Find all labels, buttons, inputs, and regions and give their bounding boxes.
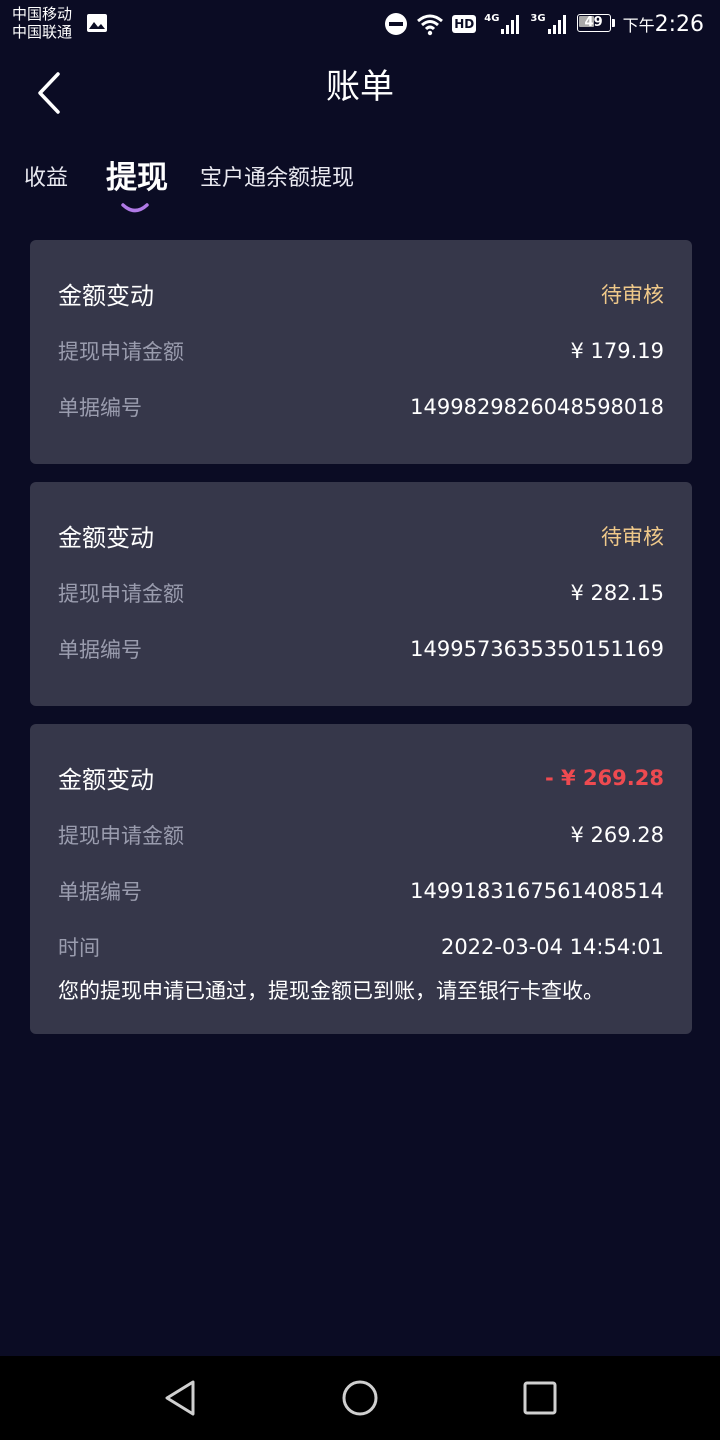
nav-recents-icon[interactable] xyxy=(522,1378,558,1418)
id-value: 1499183167561408514 xyxy=(410,879,664,903)
amount-value: ¥ 269.28 xyxy=(570,823,664,847)
status-bar: 中国移动 中国联通 HD 4G 3G 49 下午2:26 xyxy=(0,0,720,48)
network-3g-label: 3G xyxy=(530,13,546,24)
tab-earnings[interactable]: 收益 xyxy=(24,162,68,196)
record-header: 金额变动 - ¥ 269.28 xyxy=(58,760,664,795)
amount-row: 提现申请金额 ¥ 282.15 xyxy=(58,578,664,608)
amount-row: 提现申请金额 ¥ 269.28 xyxy=(58,820,664,850)
amount-value: ¥ 179.19 xyxy=(570,339,664,363)
time-row: 时间 2022-03-04 14:54:01 xyxy=(58,932,664,962)
amount-change: - ¥ 269.28 xyxy=(545,765,664,790)
record-title: 金额变动 xyxy=(58,766,154,794)
record-note: 您的提现申请已通过，提现金额已到账，请至银行卡查收。 xyxy=(58,979,604,1003)
clock: 下午2:26 xyxy=(623,12,704,37)
signal-icon xyxy=(501,15,520,34)
id-value: 1499573635350151169 xyxy=(410,637,664,661)
signal-3g: 3G xyxy=(530,13,568,35)
header: 账单 xyxy=(0,48,720,138)
nav-back-icon[interactable] xyxy=(162,1378,198,1418)
clock-period: 下午 xyxy=(622,15,655,35)
record-title: 金额变动 xyxy=(58,524,154,552)
carrier-2: 中国联通 xyxy=(12,23,73,41)
carrier-1: 中国移动 xyxy=(12,5,73,23)
status-icons: HD 4G 3G 49 下午2:26 xyxy=(384,6,704,42)
signal-4g: 4G xyxy=(484,13,522,35)
record-header: 金额变动 待审核 xyxy=(58,518,664,553)
tab-baohutong-withdraw[interactable]: 宝户通余额提现 xyxy=(200,162,354,196)
id-row: 单据编号 1499183167561408514 xyxy=(58,876,664,906)
tab-withdraw[interactable]: 提现 xyxy=(106,156,168,200)
wifi-icon xyxy=(417,14,444,36)
id-value: 1499829826048598018 xyxy=(410,395,664,419)
clock-time: 2:26 xyxy=(654,11,704,37)
amount-label: 提现申请金额 xyxy=(58,582,184,606)
amount-label: 提现申请金额 xyxy=(58,340,184,364)
record-card[interactable]: 金额变动 - ¥ 269.28 提现申请金额 ¥ 269.28 单据编号 149… xyxy=(30,724,692,1034)
tab-active-indicator xyxy=(121,203,149,213)
record-title: 金额变动 xyxy=(58,282,154,310)
signal-icon xyxy=(547,15,566,34)
do-not-disturb-icon xyxy=(385,13,408,35)
id-label: 单据编号 xyxy=(58,638,142,662)
network-4g-label: 4G xyxy=(484,13,500,24)
status-badge: 待审核 xyxy=(601,524,664,549)
page-title: 账单 xyxy=(326,67,394,107)
battery-icon: 49 xyxy=(576,14,615,34)
nav-home-icon[interactable] xyxy=(341,1378,379,1418)
amount-row: 提现申请金额 ¥ 179.19 xyxy=(58,336,664,366)
id-row: 单据编号 1499829826048598018 xyxy=(58,392,664,422)
status-badge: 待审核 xyxy=(601,282,664,307)
record-header: 金额变动 待审核 xyxy=(58,276,664,311)
time-value: 2022-03-04 14:54:01 xyxy=(440,935,664,959)
id-label: 单据编号 xyxy=(58,396,142,420)
amount-label: 提现申请金额 xyxy=(58,824,184,848)
battery-level: 49 xyxy=(584,15,603,30)
amount-value: ¥ 282.15 xyxy=(570,581,664,605)
record-card[interactable]: 金额变动 待审核 提现申请金额 ¥ 282.15 单据编号 1499573635… xyxy=(30,482,692,706)
id-row: 单据编号 1499573635350151169 xyxy=(58,634,664,664)
carrier-info: 中国移动 中国联通 xyxy=(12,5,72,41)
tab-bar: 收益 提现 宝户通余额提现 xyxy=(0,150,720,220)
gallery-icon xyxy=(87,14,107,32)
system-nav-bar xyxy=(0,1356,720,1440)
record-card[interactable]: 金额变动 待审核 提现申请金额 ¥ 179.19 单据编号 1499829826… xyxy=(30,240,692,464)
hd-badge: HD xyxy=(452,15,477,33)
id-label: 单据编号 xyxy=(58,880,142,904)
time-label: 时间 xyxy=(58,936,100,960)
